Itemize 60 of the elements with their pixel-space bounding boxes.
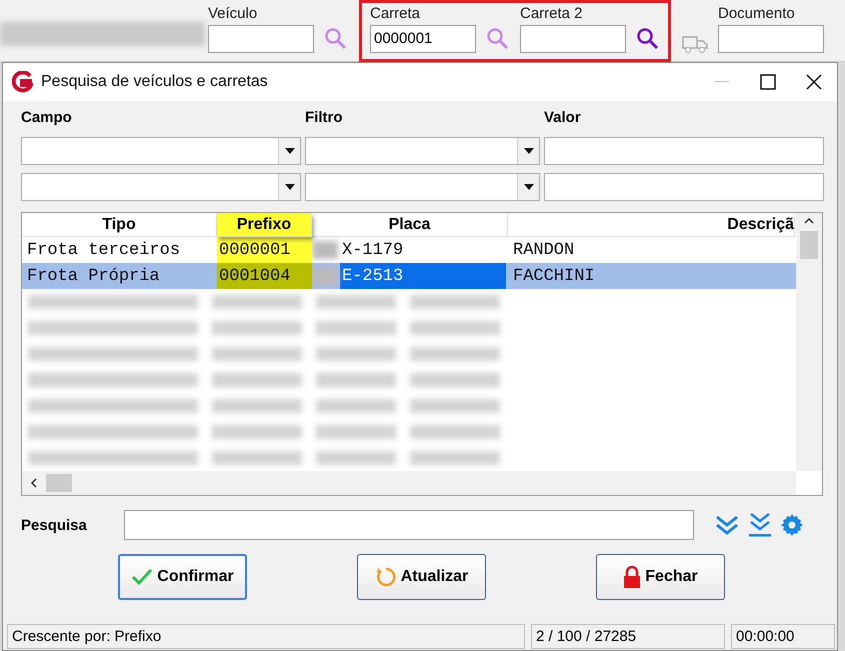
dropdown[interactable] <box>305 173 540 201</box>
check-icon <box>131 568 154 586</box>
search-field[interactable] <box>124 510 694 540</box>
column-label: Campo <box>21 109 73 128</box>
blurred-text <box>312 267 338 286</box>
vertical-scrollbar[interactable] <box>796 213 822 471</box>
field-label: Carreta 2 <box>520 5 584 24</box>
caret-icon <box>524 148 534 154</box>
column-label: Filtro <box>305 109 344 128</box>
status-pane: 00:00:00 <box>731 624 835 649</box>
input-field[interactable] <box>544 173 824 201</box>
double-chevron-icon[interactable] <box>714 513 740 537</box>
table-cell: 0000001 <box>217 237 312 264</box>
input-field[interactable] <box>208 25 314 53</box>
minimize-icon <box>715 81 729 83</box>
chevron-to-bottom-icon[interactable] <box>748 512 772 538</box>
caret-icon <box>284 184 294 190</box>
scroll-thumb[interactable] <box>800 231 818 259</box>
input-field[interactable] <box>520 25 626 53</box>
column-header[interactable]: Tipo <box>22 213 217 238</box>
search-icon[interactable] <box>636 27 660 51</box>
column-label: Valor <box>544 109 582 128</box>
column-header[interactable]: Prefixo <box>217 213 312 238</box>
input-field[interactable] <box>544 137 824 165</box>
caret-icon <box>524 184 534 190</box>
action-button[interactable]: Fechar <box>596 554 725 600</box>
input-field[interactable] <box>718 25 824 53</box>
action-button[interactable]: Confirmar <box>118 554 247 600</box>
table-cell-text: X-1179 <box>341 240 404 262</box>
field-label: Documento <box>718 5 796 24</box>
field-label: Veículo <box>208 5 258 24</box>
settings-icon[interactable] <box>780 513 804 537</box>
table-cell-text: Frota terceiros <box>26 240 182 262</box>
field-label: Carreta <box>370 5 422 24</box>
search-label: Pesquisa <box>21 516 88 534</box>
dropdown[interactable] <box>21 173 301 201</box>
blurred-text <box>312 241 338 260</box>
close-icon <box>806 74 822 90</box>
table-cell: 0001004 <box>217 263 312 290</box>
table-cell-text: RANDON <box>512 240 576 262</box>
status-pane: Crescente por: Prefixo <box>7 624 525 649</box>
dropdown[interactable] <box>21 137 301 165</box>
padlock-icon <box>623 566 642 588</box>
action-button[interactable]: Atualizar <box>357 554 486 600</box>
table-row[interactable]: Frota Própria 0001004 E-2513 FACCHINI <box>22 263 796 290</box>
table-cell: E-2513 <box>340 263 506 290</box>
input-field[interactable]: 0000001 <box>370 25 476 53</box>
column-header[interactable]: Placa <box>312 213 508 238</box>
caret-icon <box>284 148 294 154</box>
app-logo-icon <box>11 71 33 93</box>
maximize-icon <box>760 74 776 90</box>
refresh-icon <box>374 566 397 588</box>
horizontal-scrollbar[interactable] <box>22 471 796 495</box>
dropdown[interactable] <box>305 137 540 165</box>
table-cell-text: Frota Própria <box>26 266 161 288</box>
table-cell-text: FACCHINI <box>512 266 596 288</box>
column-header[interactable]: Descriçã <box>508 213 795 238</box>
status-pane: 2 / 100 / 27285 <box>531 624 725 649</box>
window-title: Pesquisa de veículos e carretas <box>41 73 269 91</box>
scroll-thumb[interactable] <box>46 474 72 492</box>
